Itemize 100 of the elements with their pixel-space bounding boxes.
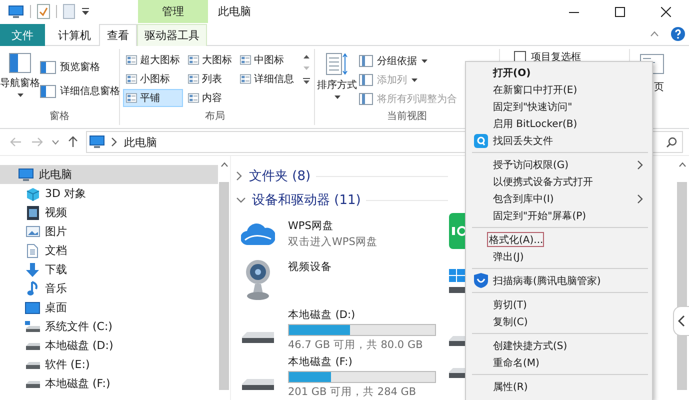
nav-item[interactable]: 3D 对象 [0, 184, 218, 203]
navigation-pane-icon [9, 53, 31, 73]
nav-item[interactable]: 视频 [0, 203, 218, 222]
side-panel-button[interactable] [673, 306, 689, 336]
group-label: 当前视图 [387, 110, 427, 124]
collapse-ribbon-icon[interactable] [650, 31, 659, 37]
caret-icon [334, 95, 340, 100]
checkmark-document-icon[interactable] [37, 4, 50, 19]
shield-icon [474, 273, 488, 288]
caret-icon [16, 93, 24, 98]
free-space-text: 201 GB 可用，共 284 GB [288, 384, 418, 398]
layout-option[interactable]: 小图标 [123, 70, 183, 88]
nav-item[interactable]: 本地磁盘 (F:) [0, 374, 218, 393]
menu-item[interactable]: 剪切(T) [466, 296, 652, 313]
up-arrow-icon[interactable] [68, 136, 78, 148]
recent-locations-icon[interactable] [52, 140, 59, 144]
computer-icon [8, 4, 24, 18]
drive-icon [24, 378, 40, 388]
ribbon-button[interactable]: 排序方式 [315, 49, 359, 100]
window-title: 此电脑 [217, 4, 252, 20]
menu-item[interactable]: 固定到"快速访问" [466, 98, 652, 115]
ribbon-button[interactable]: 导航窗格 [0, 49, 40, 98]
pane-icon [40, 60, 56, 74]
nav-item[interactable]: 本地磁盘 (D:) [0, 336, 218, 355]
view-layout-icon [240, 55, 251, 65]
scroll-up-icon[interactable] [303, 54, 310, 59]
chevron-right-icon [236, 171, 243, 181]
recovery-app-icon [474, 134, 488, 148]
nav-item[interactable]: 软件 (E:) [0, 355, 218, 374]
group-header[interactable]: 设备和驱动器 (11) [236, 191, 361, 209]
ribbon-button[interactable]: 预览窗格 [40, 59, 120, 75]
cloud-icon [241, 222, 275, 246]
layout-option[interactable]: 列表 [185, 70, 235, 88]
search-icon [666, 136, 677, 148]
view-layout-icon [126, 55, 137, 65]
ribbon-tab[interactable]: 计算机 [50, 24, 99, 46]
scroll-up-icon[interactable] [678, 162, 686, 167]
view-layout-icon [188, 74, 199, 84]
cube-icon [26, 186, 40, 200]
nav-item[interactable]: 桌面 [0, 298, 218, 317]
drive-icon [241, 376, 275, 390]
menu-item[interactable]: 启用 BitLocker(B) [466, 115, 652, 132]
view-layout-icon [188, 55, 199, 65]
drive-icon [24, 340, 40, 350]
ribbon-tab[interactable]: 文件 [0, 24, 45, 46]
item-name: WPS网盘 [288, 219, 334, 233]
sort-icon [326, 53, 348, 75]
item-name: 本地磁盘 (F:) [288, 354, 354, 368]
menu-item[interactable]: 固定到"开始"屏幕(P) [466, 207, 652, 224]
menu-item[interactable]: 重命名(M) [466, 354, 652, 371]
chevron-left-icon [678, 315, 685, 327]
drive-icon [241, 330, 275, 344]
layout-option[interactable]: 平铺 [123, 89, 183, 107]
nav-item[interactable]: 音乐 [0, 279, 218, 298]
customize-dropdown-icon[interactable] [81, 7, 90, 16]
nav-item[interactable]: 图片 [0, 222, 218, 241]
menu-item[interactable]: 包含到库中(I) [466, 190, 652, 207]
expand-gallery-icon[interactable] [303, 78, 310, 85]
layout-option[interactable]: 内容 [185, 89, 235, 107]
nav-item[interactable]: 系统文件 (C:) [0, 317, 218, 336]
download-arrow-icon [26, 262, 39, 276]
view-layout-icon [126, 74, 137, 84]
menu-item[interactable]: 格式化(A)... [486, 231, 546, 248]
nav-item[interactable]: 此电脑 [0, 165, 218, 184]
ribbon-tab[interactable]: 驱动器工具 [137, 24, 207, 46]
columns-icon [359, 55, 373, 67]
picture-icon [26, 226, 40, 237]
chevron-down-icon [236, 196, 246, 204]
ribbon-tab[interactable]: 查看 [99, 24, 137, 46]
layout-option[interactable]: 超大图标 [123, 51, 183, 69]
nav-item[interactable]: 下载 [0, 260, 218, 279]
layout-option[interactable]: 详细信息 [237, 70, 297, 88]
menu-item[interactable]: 以便携式设备方式打开 [466, 173, 652, 190]
group-header[interactable]: 文件夹 (8) [236, 167, 311, 185]
group-label: 布局 [205, 110, 225, 124]
menu-item[interactable]: 授予访问权限(G) [466, 156, 652, 173]
view-layout-icon [240, 74, 251, 84]
close-icon [661, 6, 671, 16]
help-icon[interactable] [671, 27, 685, 41]
menu-item[interactable]: 复制(C) [466, 313, 652, 330]
item-name: 本地磁盘 (D:) [288, 308, 356, 322]
layout-option[interactable]: 中图标 [237, 51, 297, 69]
menu-item[interactable]: 弹出(J) [466, 248, 652, 265]
scroll-up-icon[interactable] [220, 162, 228, 167]
caret-icon [421, 58, 428, 64]
ribbon-button[interactable]: 分组依据 [359, 53, 457, 69]
columns-icon [359, 93, 373, 105]
menu-item[interactable]: 扫描病毒(腾讯电脑管家) [466, 272, 652, 289]
menu-item[interactable]: 在新窗口中打开(E) [466, 81, 652, 98]
menu-item[interactable]: 属性(R) [466, 378, 652, 395]
menu-item[interactable]: 创建快捷方式(S) [466, 337, 652, 354]
item-subtitle: 双击进入WPS网盘 [288, 235, 378, 249]
layout-option[interactable]: 大图标 [185, 51, 235, 69]
caret-icon [411, 78, 418, 82]
columns-icon [359, 74, 373, 86]
nav-item[interactable]: 文档 [0, 241, 218, 260]
menu-item[interactable]: 打开(O) [466, 64, 652, 81]
ribbon-button[interactable]: 详细信息窗格 [40, 83, 120, 99]
windows-drive-icon [449, 269, 467, 295]
monitor-icon [89, 135, 105, 149]
